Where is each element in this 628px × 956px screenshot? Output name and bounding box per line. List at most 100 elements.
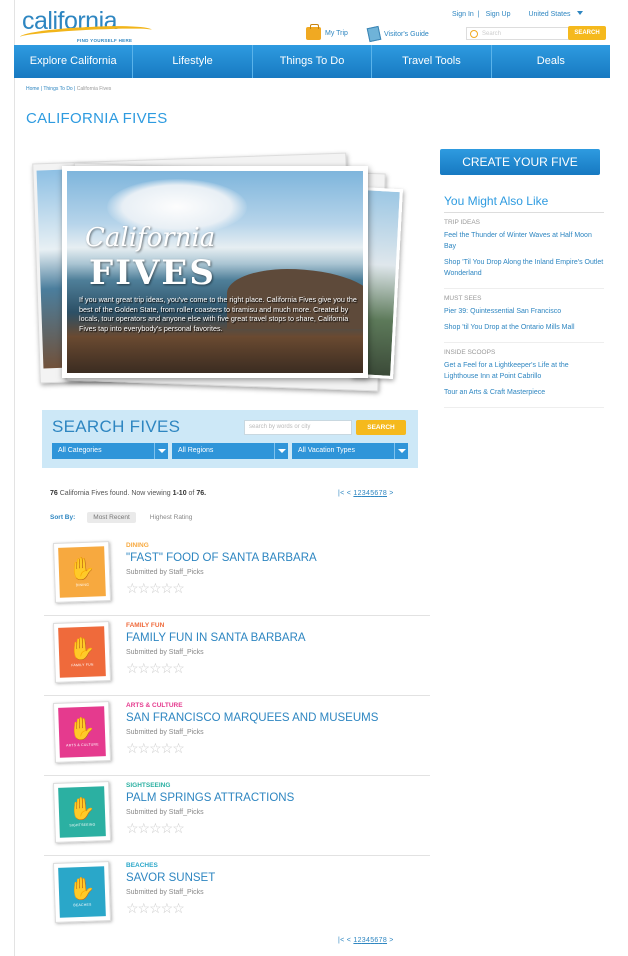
search-fives-title: SEARCH FIVES — [52, 417, 181, 436]
hand-five-icon: ✋ — [67, 875, 96, 901]
hero-collage: California FIVES If you want great trip … — [26, 148, 403, 394]
sort-highest-rating[interactable]: Highest Rating — [144, 512, 199, 523]
categories-select-value: All Categories — [58, 447, 102, 454]
nav-explore-california[interactable]: Explore California — [14, 45, 134, 78]
result-category: BEACHES — [126, 862, 158, 869]
hand-five-icon: ✋ — [67, 635, 96, 661]
related-section: MUST SEES Pier 39: Quintessential San Fr… — [444, 289, 604, 343]
category-badge: ✋ FAMILY FUN — [52, 621, 112, 683]
related-link[interactable]: Tour an Arts & Craft Masterpiece — [444, 387, 604, 398]
visitors-guide-link[interactable]: Visitor's Guide — [366, 25, 429, 43]
found-count: 76 — [50, 490, 58, 497]
badge-label: FAMILY FUN — [71, 662, 94, 667]
related-section-head: INSIDE SCOOPS — [444, 349, 496, 356]
badge-label: BEACHES — [73, 902, 92, 907]
badge-label: SIGHTSEEING — [69, 822, 96, 827]
my-trip-label: My Trip — [325, 30, 348, 37]
search-fives-button[interactable]: SEARCH — [356, 420, 406, 435]
related-link[interactable]: Shop 'Til You Drop Along the Inland Empi… — [444, 257, 604, 279]
site-search-button[interactable]: SEARCH — [568, 26, 606, 40]
hero-script-title: California — [85, 223, 216, 253]
breadcrumb-home[interactable]: Home — [26, 86, 39, 92]
result-title[interactable]: "FAST" FOOD OF SANTA BARBARA — [126, 552, 317, 564]
total-count: 76. — [196, 490, 207, 497]
category-badge: ✋ BEACHES — [52, 861, 112, 923]
pager-first-prev[interactable]: |< < — [338, 490, 353, 497]
result-item[interactable]: ✋ ARTS & CULTURE ARTS & CULTURE SAN FRAN… — [44, 696, 430, 776]
hero-photo: California FIVES If you want great trip … — [62, 166, 368, 378]
result-submitter: Submitted by Staff_Picks — [126, 729, 204, 736]
vacation-types-select-value: All Vacation Types — [298, 447, 355, 454]
result-item[interactable]: ✋ SIGHTSEEING SIGHTSEEING PALM SPRINGS A… — [44, 776, 430, 856]
sign-in-link[interactable]: Sign In — [452, 11, 474, 18]
breadcrumb: Home | Things To Do | California Fives — [26, 86, 112, 92]
category-badge: ✋ SIGHTSEEING — [52, 781, 112, 843]
star-outline-icon: ☆☆☆☆☆ — [126, 660, 185, 676]
badge-label: ARTS & CULTURE — [66, 741, 99, 748]
result-title[interactable]: SAN FRANCISCO MARQUEES AND MUSEUMS — [126, 712, 378, 724]
chevron-down-icon — [394, 443, 408, 459]
related-section: TRIP IDEAS Feel the Thunder of Winter Wa… — [444, 213, 604, 289]
result-category: FAMILY FUN — [126, 622, 165, 629]
result-title[interactable]: FAMILY FUN IN SANTA BARBARA — [126, 632, 306, 644]
result-title[interactable]: SAVOR SUNSET — [126, 872, 215, 884]
nav-deals[interactable]: Deals — [492, 45, 610, 78]
result-category: ARTS & CULTURE — [126, 702, 183, 709]
star-outline-icon: ☆☆☆☆☆ — [126, 740, 185, 756]
chevron-down-icon — [154, 443, 168, 459]
my-trip-link[interactable]: My Trip — [306, 24, 348, 40]
result-submitter: Submitted by Staff_Picks — [126, 889, 204, 896]
related-section: INSIDE SCOOPS Get a Feel for a Lightkeep… — [444, 343, 604, 408]
site-search-input[interactable]: Search — [466, 27, 570, 40]
pager-next[interactable]: > — [387, 937, 394, 944]
related-link[interactable]: Feel the Thunder of Winter Waves at Half… — [444, 230, 604, 252]
category-badge: ✋ DINING — [52, 541, 112, 603]
badge-fill: ✋ BEACHES — [58, 866, 106, 918]
account-links: Sign In | Sign Up United States — [452, 11, 587, 18]
result-item[interactable]: ✋ FAMILY FUN FAMILY FUN FAMILY FUN IN SA… — [44, 616, 430, 696]
pagination-bottom: |< < 12345678 > — [338, 937, 394, 944]
result-submitter: Submitted by Staff_Picks — [126, 809, 204, 816]
found-text: California Fives found. Now viewing — [57, 490, 173, 497]
breadcrumb-things-to-do[interactable]: Things To Do — [43, 86, 72, 92]
categories-select[interactable]: All Categories — [52, 443, 168, 459]
sort-bar: Sort By: Most Recent Highest Rating — [50, 512, 206, 523]
result-submitter: Submitted by Staff_Picks — [126, 649, 204, 656]
result-item[interactable]: ✋ DINING DINING "FAST" FOOD OF SANTA BAR… — [44, 536, 430, 616]
category-badge: ✋ ARTS & CULTURE — [52, 701, 112, 763]
site-search-placeholder: Search — [482, 30, 502, 37]
country-select[interactable]: United States — [528, 11, 584, 18]
nav-things-to-do[interactable]: Things To Do — [253, 45, 373, 78]
vacation-types-select[interactable]: All Vacation Types — [292, 443, 408, 459]
create-your-five-button[interactable]: CREATE YOUR FIVE — [440, 149, 600, 175]
related-link[interactable]: Pier 39: Quintessential San Francisco — [444, 306, 604, 317]
badge-fill: ✋ FAMILY FUN — [58, 626, 106, 678]
badge-fill: ✋ DINING — [58, 546, 106, 598]
result-item[interactable]: ✋ BEACHES BEACHES SAVOR SUNSET Submitted… — [44, 856, 430, 936]
of-text: of — [186, 490, 197, 497]
hand-five-icon: ✋ — [67, 715, 96, 741]
result-title[interactable]: PALM SPRINGS ATTRACTIONS — [126, 792, 294, 804]
badge-fill: ✋ ARTS & CULTURE — [58, 706, 106, 758]
related-link[interactable]: Get a Feel for a Lightkeeper's Life at t… — [444, 360, 604, 382]
hand-five-icon: ✋ — [67, 555, 96, 581]
logo-tagline: FIND YOURSELF HERE — [77, 38, 133, 43]
california-logo[interactable]: california FIND YOURSELF HERE — [19, 8, 162, 44]
regions-select-value: All Regions — [178, 447, 214, 454]
sort-most-recent[interactable]: Most Recent — [87, 512, 136, 523]
nav-travel-tools[interactable]: Travel Tools — [372, 45, 492, 78]
pager-next[interactable]: > — [387, 490, 394, 497]
star-outline-icon: ☆☆☆☆☆ — [126, 580, 185, 596]
result-category: SIGHTSEEING — [126, 782, 171, 789]
breadcrumb-current: California Fives — [76, 86, 112, 92]
suitcase-icon — [306, 24, 321, 40]
related-link[interactable]: Shop 'til You Drop at the Ontario Mills … — [444, 322, 604, 333]
nav-lifestyle[interactable]: Lifestyle — [133, 45, 253, 78]
search-fives-input[interactable]: search by words or city — [244, 420, 352, 435]
sign-up-link[interactable]: Sign Up — [486, 11, 511, 18]
chevron-down-icon — [577, 11, 584, 15]
results-list: ✋ DINING DINING "FAST" FOOD OF SANTA BAR… — [44, 536, 430, 936]
sort-label: Sort By: — [50, 514, 76, 521]
regions-select[interactable]: All Regions — [172, 443, 288, 459]
pager-first-prev[interactable]: |< < — [338, 937, 353, 944]
